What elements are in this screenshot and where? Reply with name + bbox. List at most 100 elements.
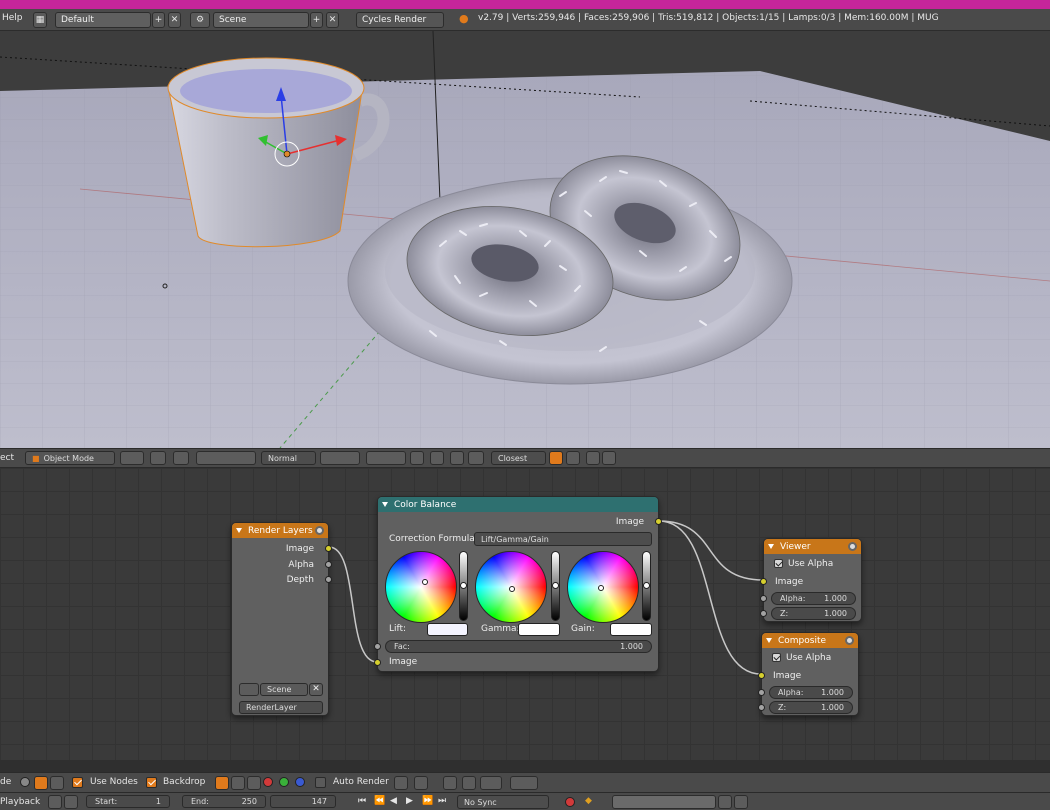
- collapse-icon[interactable]: [382, 502, 388, 507]
- backdrop-checkbox[interactable]: [146, 777, 157, 788]
- snap-element-icon[interactable]: [468, 451, 484, 465]
- layer-buttons-2[interactable]: [366, 451, 406, 465]
- gain-color-swatch[interactable]: [610, 623, 652, 636]
- collapse-icon[interactable]: [768, 544, 774, 549]
- transform-widgets-group[interactable]: [196, 451, 256, 465]
- preview-icon[interactable]: [848, 542, 857, 551]
- fac-input-socket[interactable]: [374, 643, 381, 650]
- render-preview-icon[interactable]: [566, 451, 580, 465]
- current-frame-field[interactable]: 147: [270, 795, 336, 808]
- start-frame-field[interactable]: Start: 1: [86, 795, 170, 808]
- image-output-socket[interactable]: [655, 518, 662, 525]
- keyframe-icon[interactable]: ◆: [585, 796, 592, 806]
- insert-keyframe-icon[interactable]: [718, 795, 732, 809]
- playback-menu[interactable]: Playback: [0, 797, 40, 807]
- viewport-shading-icon[interactable]: [120, 451, 144, 465]
- collapse-icon[interactable]: [766, 638, 772, 643]
- lock-icon[interactable]: [64, 795, 78, 809]
- gamma-value-slider[interactable]: [551, 551, 560, 621]
- color-balance-header[interactable]: Color Balance: [378, 497, 658, 512]
- alpha-icon[interactable]: [247, 776, 261, 790]
- green-channel-icon[interactable]: [279, 777, 289, 787]
- screen-layout-field[interactable]: Default: [55, 12, 151, 28]
- delete-keyframe-icon[interactable]: [734, 795, 748, 809]
- use-nodes-checkbox[interactable]: [72, 777, 83, 788]
- add-layout-icon[interactable]: +: [152, 12, 165, 28]
- viewer-header[interactable]: Viewer: [764, 539, 861, 554]
- texture-nodes-icon[interactable]: [50, 776, 64, 790]
- play-icon[interactable]: ▶: [406, 796, 413, 806]
- render-engine-dropdown[interactable]: Cycles Render: [356, 12, 444, 28]
- gamma-color-wheel[interactable]: [475, 551, 547, 623]
- alpha-field[interactable]: Alpha: 1.000: [769, 686, 853, 699]
- image-input-socket[interactable]: [374, 659, 381, 666]
- red-channel-icon[interactable]: [263, 777, 273, 787]
- compositing-nodes-icon[interactable]: [34, 776, 48, 790]
- backdrop-channels-icon[interactable]: [215, 776, 229, 790]
- scene-field[interactable]: Scene: [260, 683, 308, 696]
- snap-icon[interactable]: [450, 451, 464, 465]
- preview-icon[interactable]: [315, 526, 324, 535]
- fac-slider[interactable]: Fac: 1.000: [385, 640, 652, 653]
- jump-start-icon[interactable]: ⏮: [358, 796, 366, 806]
- manipulator-icon[interactable]: [173, 451, 189, 465]
- image-input-socket[interactable]: [758, 672, 765, 679]
- alpha-output-socket[interactable]: [325, 561, 332, 568]
- parent-tree-icon[interactable]: [414, 776, 428, 790]
- blue-channel-icon[interactable]: [295, 777, 305, 787]
- snap-element-icon[interactable]: [462, 776, 476, 790]
- render-layers-header[interactable]: Render Layers: [232, 523, 328, 538]
- auto-render-checkbox[interactable]: [315, 777, 326, 788]
- alpha-input-socket[interactable]: [760, 595, 767, 602]
- keying-set-field[interactable]: [612, 795, 716, 809]
- prev-keyframe-icon[interactable]: ⏪: [374, 796, 385, 806]
- scene-icon[interactable]: [239, 683, 259, 696]
- gain-color-wheel[interactable]: [567, 551, 639, 623]
- z-field[interactable]: Z: 1.000: [769, 701, 853, 714]
- scene-field[interactable]: Scene: [213, 12, 309, 28]
- record-icon[interactable]: [565, 797, 575, 807]
- alpha-field[interactable]: Alpha: 1.000: [771, 592, 856, 605]
- lift-color-swatch[interactable]: [427, 623, 468, 636]
- jump-end-icon[interactable]: ⏭: [438, 796, 446, 806]
- delete-layout-icon[interactable]: ✕: [168, 12, 181, 28]
- viewer-node[interactable]: Viewer Use Alpha Image Alpha: 1.000 Z: 1…: [760, 538, 862, 622]
- render-layers-node[interactable]: Render Layers Image Alpha Depth Scene ✕ …: [231, 522, 332, 716]
- copy-paste-icon[interactable]: [510, 776, 538, 790]
- lift-value-slider[interactable]: [459, 551, 468, 621]
- add-scene-icon[interactable]: +: [310, 12, 323, 28]
- z-input-socket[interactable]: [760, 610, 767, 617]
- next-keyframe-icon[interactable]: ⏩: [422, 796, 433, 806]
- use-alpha-checkbox[interactable]: [774, 559, 783, 568]
- use-alpha-checkbox[interactable]: [772, 653, 781, 662]
- shader-nodes-icon[interactable]: [20, 777, 30, 787]
- collapse-icon[interactable]: [236, 528, 242, 533]
- mode-dropdown[interactable]: ■ Object Mode: [25, 451, 115, 465]
- snap-target-dropdown[interactable]: Closest: [491, 451, 546, 465]
- 3d-viewport[interactable]: [0, 31, 1050, 448]
- composite-node[interactable]: Composite Use Alpha Image Alpha: 1.000 Z…: [758, 632, 859, 716]
- scene-icon[interactable]: ⚙: [190, 12, 210, 28]
- snap-node-icon[interactable]: [480, 776, 502, 790]
- screen-layout-icon[interactable]: ▦: [33, 12, 47, 28]
- snap-icon[interactable]: [443, 776, 457, 790]
- z-input-socket[interactable]: [758, 704, 765, 711]
- pivot-point-icon[interactable]: [150, 451, 166, 465]
- gamma-color-swatch[interactable]: [518, 623, 560, 636]
- play-reverse-icon[interactable]: ◀: [390, 796, 397, 806]
- layers-icon[interactable]: [410, 451, 424, 465]
- render-icon[interactable]: [586, 451, 600, 465]
- end-frame-field[interactable]: End: 250: [182, 795, 266, 808]
- pin-icon[interactable]: [394, 776, 408, 790]
- composite-header[interactable]: Composite: [762, 633, 858, 648]
- image-output-socket[interactable]: [325, 545, 332, 552]
- color-balance-node[interactable]: Color Balance Image Correction Formula: …: [374, 496, 662, 672]
- preview-icon[interactable]: [845, 636, 854, 645]
- image-input-socket[interactable]: [760, 578, 767, 585]
- layer-buttons-1[interactable]: [320, 451, 360, 465]
- clear-scene-icon[interactable]: ✕: [309, 683, 323, 696]
- color-alpha-icon[interactable]: [231, 776, 245, 790]
- area-separator[interactable]: [0, 760, 1050, 772]
- depth-output-socket[interactable]: [325, 576, 332, 583]
- z-field[interactable]: Z: 1.000: [771, 607, 856, 620]
